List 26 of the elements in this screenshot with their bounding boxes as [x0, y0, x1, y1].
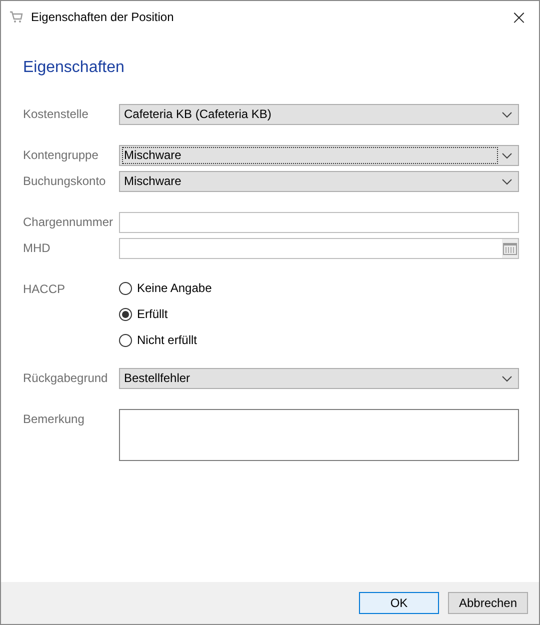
calendar-button[interactable]	[502, 239, 518, 258]
radio-option[interactable]: Erfüllt	[119, 306, 212, 322]
field-label: Rückgabegrund	[23, 370, 109, 387]
ok-button[interactable]: OK	[359, 592, 439, 614]
section-heading: Eigenschaften	[23, 59, 126, 77]
dropdown[interactable]: Bestellfehler	[119, 368, 519, 389]
field-label: MHD	[23, 240, 52, 257]
close-button[interactable]: ×	[499, 2, 539, 32]
dropdown[interactable]: Cafeteria KB (Cafeteria KB)	[119, 104, 519, 125]
field-label: HACCP	[23, 281, 66, 298]
dropdown[interactable]: Mischware	[119, 171, 519, 192]
field-label: Bemerkung	[23, 411, 86, 428]
window-title: Eigenschaften der Position	[31, 10, 174, 24]
cancel-button[interactable]: Abbrechen	[448, 592, 528, 614]
calendar-icon	[503, 242, 517, 255]
field-label: Kontengruppe	[23, 147, 100, 164]
radio-option[interactable]: Keine Angabe	[119, 280, 212, 296]
field-label: Buchungskonto	[23, 173, 107, 190]
field-label: Kostenstelle	[23, 106, 90, 123]
remark-field[interactable]	[119, 409, 519, 461]
radio-option[interactable]: Nicht erfüllt	[119, 332, 212, 348]
text-field[interactable]	[119, 212, 519, 233]
cart-icon	[9, 10, 23, 22]
dropdown[interactable]: Mischware	[119, 145, 519, 166]
date-field[interactable]	[119, 238, 519, 259]
field-label: Chargennummer	[23, 214, 114, 231]
